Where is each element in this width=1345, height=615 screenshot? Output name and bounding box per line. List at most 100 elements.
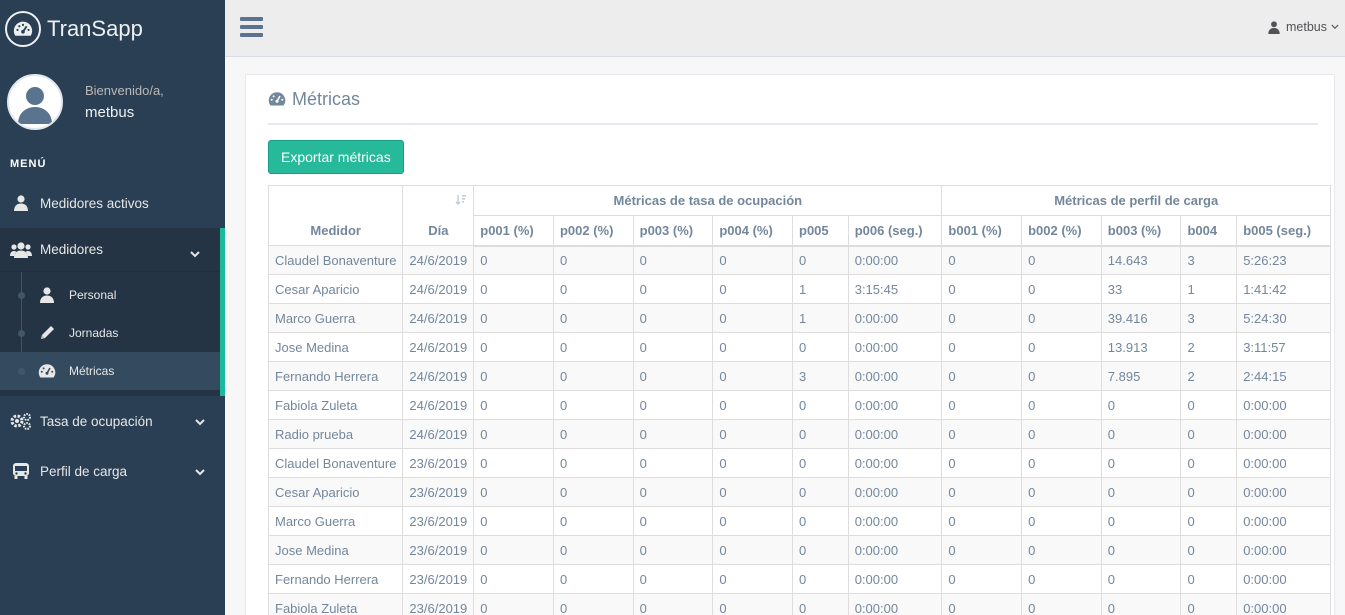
sidebar-item-label: Medidores activos — [40, 195, 149, 211]
cell-value: 0 — [712, 506, 794, 536]
sidebar-group-medidores: Medidores Personal Jornadas Métricas — [0, 228, 225, 396]
cell-value: 0 — [632, 477, 714, 507]
cell-value: 0 — [1021, 274, 1102, 304]
cell-value: 0 — [712, 361, 794, 391]
table-row: Claudel Bonaventure 23/6/2019 0 0 0 0 0 0:00:00… — [267, 448, 1331, 478]
cell-value: 0 — [792, 390, 849, 420]
cell-value: 0 — [1021, 332, 1102, 362]
column-header[interactable]: p004 (%) — [712, 215, 794, 247]
cell-value: 2 — [1180, 332, 1238, 362]
column-header-medidor[interactable]: Medidor — [267, 185, 404, 246]
sidebar-item-perfil-carga[interactable]: Perfil de carga — [0, 446, 225, 496]
sidebar-subitem-personal[interactable]: Personal — [0, 276, 220, 314]
cell-value: 0 — [712, 245, 794, 275]
table-row: Fernando Herrera 24/6/2019 0 0 0 0 3 0:00:00 0 0 7… — [267, 361, 1331, 391]
cell-value: 0 — [1021, 535, 1102, 565]
sidebar-subitem-label: Jornadas — [69, 326, 119, 340]
cell-value: 0:00:00 — [847, 390, 943, 420]
column-header[interactable]: b004 — [1180, 215, 1238, 247]
column-header[interactable]: p002 (%) — [552, 215, 634, 247]
cell-value: 0 — [941, 332, 1023, 362]
cell-value: 13.913 — [1100, 332, 1182, 362]
sidebar-item-medidores[interactable]: Medidores — [0, 228, 220, 272]
cell-value: 0 — [941, 477, 1023, 507]
cell-value: 0 — [473, 448, 554, 478]
cell-value: 0 — [632, 245, 714, 275]
cell-value: 3 — [792, 361, 849, 391]
cell-value: 0 — [1100, 390, 1182, 420]
cell-value: 0 — [712, 448, 794, 478]
cell-value: 0 — [1100, 593, 1182, 615]
column-header[interactable]: p006 (seg.) — [847, 215, 943, 247]
column-header[interactable]: b002 (%) — [1021, 215, 1102, 247]
cell-value: 0 — [552, 448, 634, 478]
cell-value: 0 — [1180, 593, 1238, 615]
profile: Bienvenido/a, metbus — [0, 57, 225, 147]
cell-value: 1:41:42 — [1236, 274, 1331, 304]
column-header[interactable]: b001 (%) — [941, 215, 1023, 247]
cell-value: 0:00:00 — [1236, 477, 1331, 507]
cell-value: 0:00:00 — [1236, 535, 1331, 565]
cell-dia: 24/6/2019 — [402, 274, 475, 304]
brand[interactable]: TranSapp — [0, 0, 225, 57]
cell-value: 0 — [473, 593, 554, 615]
cell-value: 0 — [941, 303, 1023, 333]
cell-value: 0 — [473, 506, 554, 536]
bullet-dot — [18, 330, 25, 337]
sort-icon[interactable] — [455, 194, 467, 209]
cell-medidor: Fernando Herrera — [267, 564, 404, 594]
sidebar-item-medidores-activos[interactable]: Medidores activos — [0, 178, 225, 228]
cell-value: 0 — [552, 274, 634, 304]
user-dropdown[interactable]: metbus — [1268, 20, 1339, 34]
cell-value: 3 — [1180, 303, 1238, 333]
main-content: Métricas Exportar métricas Medidor Día M… — [225, 57, 1345, 615]
menu-toggle-icon[interactable] — [240, 17, 263, 37]
cell-value: 0:00:00 — [847, 303, 943, 333]
cell-dia: 24/6/2019 — [402, 332, 475, 362]
cell-value: 0 — [941, 593, 1023, 615]
cell-medidor: Claudel Bonaventure — [267, 245, 404, 275]
bullet-dot — [18, 368, 25, 375]
metrics-table: Medidor Día Métricas de tasa de ocupació… — [267, 185, 1331, 615]
cell-value: 0:00:00 — [847, 361, 943, 391]
cell-value: 0 — [632, 303, 714, 333]
cell-value: 0 — [792, 477, 849, 507]
cell-value: 0 — [1100, 506, 1182, 536]
cell-value: 0 — [1021, 245, 1102, 275]
cell-medidor: Claudel Bonaventure — [267, 448, 404, 478]
gears-icon — [10, 412, 32, 430]
cell-value: 0 — [792, 448, 849, 478]
cell-value: 0 — [552, 332, 634, 362]
column-header[interactable]: p005 — [792, 215, 849, 247]
column-header[interactable]: p001 (%) — [473, 215, 554, 247]
cell-value: 0:00:00 — [1236, 506, 1331, 536]
sidebar-subitem-jornadas[interactable]: Jornadas — [0, 314, 220, 352]
cell-value: 0 — [473, 390, 554, 420]
export-metrics-button[interactable]: Exportar métricas — [268, 140, 404, 174]
cell-value: 0 — [473, 332, 554, 362]
cell-dia: 23/6/2019 — [402, 593, 475, 615]
cell-value: 0 — [1180, 390, 1238, 420]
cell-value: 0 — [941, 361, 1023, 391]
cell-value: 0 — [1021, 390, 1102, 420]
column-header[interactable]: p003 (%) — [632, 215, 714, 247]
sidebar-subitem-metricas[interactable]: Métricas — [0, 352, 220, 390]
cell-value: 0 — [1100, 564, 1182, 594]
cell-value: 0 — [792, 245, 849, 275]
cell-value: 1 — [792, 274, 849, 304]
table-row: Radio prueba 24/6/2019 0 0 0 0 0 0:00:00 0 0 0 0 0:0… — [267, 419, 1331, 449]
column-header[interactable]: b005 (seg.) — [1236, 215, 1331, 247]
bus-icon — [10, 462, 32, 480]
cell-medidor: Marco Guerra — [267, 506, 404, 536]
cell-value: 0 — [632, 390, 714, 420]
cell-value: 0:00:00 — [847, 419, 943, 449]
cell-value: 0:00:00 — [847, 245, 943, 275]
cell-value: 0 — [792, 535, 849, 565]
column-header-dia[interactable]: Día — [402, 185, 475, 246]
column-header[interactable]: b003 (%) — [1100, 215, 1182, 247]
sidebar-item-tasa-ocupacion[interactable]: Tasa de ocupación — [0, 396, 225, 446]
cell-value: 0 — [473, 477, 554, 507]
cell-value: 0 — [632, 506, 714, 536]
cell-value: 0 — [712, 419, 794, 449]
cell-value: 0 — [632, 274, 714, 304]
